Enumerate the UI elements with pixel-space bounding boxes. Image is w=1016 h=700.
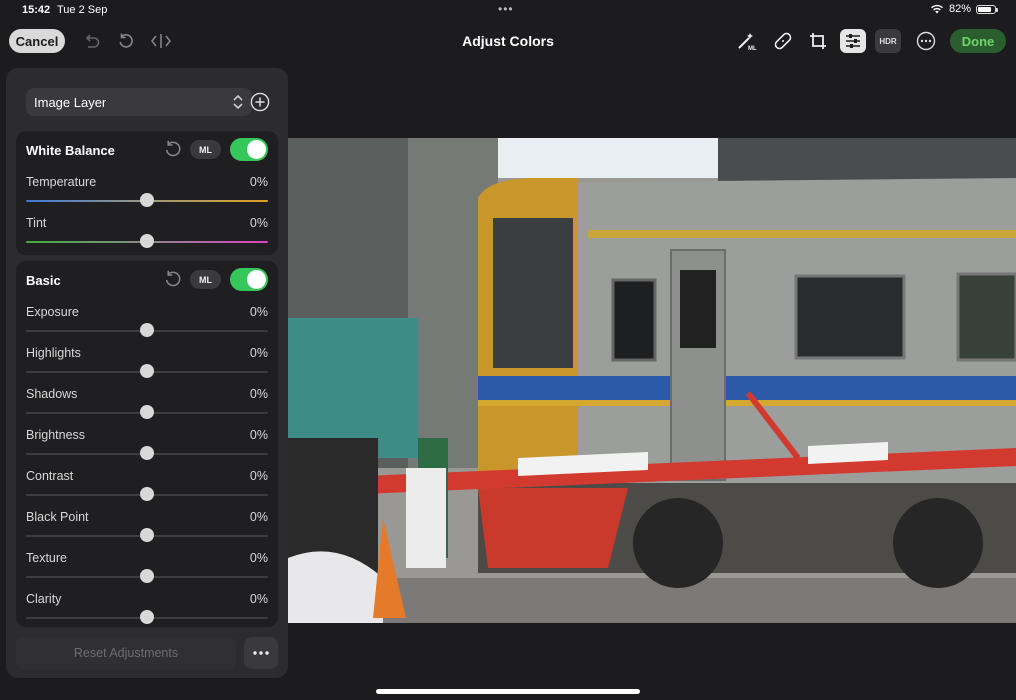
white-balance-toggle[interactable] [230,138,268,161]
slider-value: 0% [249,387,268,401]
reset-adjustments-button[interactable]: Reset Adjustments [16,637,236,669]
ml-icon-label: ML [748,46,757,51]
more-options-icon[interactable] [913,29,939,53]
home-indicator[interactable] [376,689,640,694]
slider-value: 0% [249,305,268,319]
slider-label: Highlights [26,346,81,360]
section-title: Basic [26,273,61,288]
add-layer-icon[interactable] [250,92,270,112]
slider-shadows[interactable]: Shadows 0% [26,387,268,427]
slider-value: 0% [249,346,268,360]
status-time: 15:42 [22,4,51,16]
section-title: White Balance [26,143,115,158]
adjustments-icon[interactable] [840,29,866,53]
bandage-icon[interactable] [770,29,796,53]
slider-highlights[interactable]: Highlights 0% [26,346,268,386]
slider-label: Temperature [26,175,97,189]
slider-label: Clarity [26,592,62,606]
slider-value: 0% [249,551,268,565]
slider-label: Shadows [26,387,78,401]
ml-button[interactable]: ML [190,140,221,159]
adjustments-panel: Image Layer White Balance ML Temperature… [6,68,288,678]
battery-percent: 82% [948,3,971,15]
slider-thumb[interactable] [140,323,154,337]
reset-section-icon[interactable] [163,269,183,289]
slider-label: Black Point [26,510,89,524]
slider-thumb[interactable] [140,364,154,378]
slider-label: Brightness [26,428,86,442]
slider-value: 0% [249,175,268,189]
train-photo [288,138,1016,623]
slider-label: Tint [26,216,47,230]
slider-clarity[interactable]: Clarity 0% [26,592,268,632]
status-bar: 15:42 Tue 2 Sep ••• 82% [0,0,1016,20]
multitasking-dots-icon[interactable]: ••• [498,2,514,16]
slider-value: 0% [249,469,268,483]
battery-icon [976,4,998,14]
photo-canvas[interactable] [288,138,1016,623]
wifi-icon [930,4,943,14]
slider-thumb[interactable] [140,446,154,460]
ml-button[interactable]: ML [190,270,221,289]
crop-icon[interactable] [805,29,831,53]
slider-brightness[interactable]: Brightness 0% [26,428,268,468]
layer-selector-label: Image Layer [34,94,107,110]
slider-label: Contrast [26,469,74,483]
layer-selector[interactable]: Image Layer [26,88,252,116]
done-button[interactable]: Done [950,29,1006,53]
slider-value: 0% [249,216,268,230]
slider-value: 0% [249,428,268,442]
reset-section-icon[interactable] [163,139,183,159]
slider-temperature[interactable]: Temperature 0% [26,175,268,215]
slider-tint[interactable]: Tint 0% [26,216,268,256]
status-date: Tue 2 Sep [57,4,108,16]
slider-label: Exposure [26,305,79,319]
slider-thumb[interactable] [140,234,154,248]
ml-auto-enhance-icon[interactable]: ML [734,29,760,53]
hdr-button[interactable]: HDR [875,29,901,53]
slider-value: 0% [249,592,268,606]
slider-label: Texture [26,551,67,565]
slider-exposure[interactable]: Exposure 0% [26,305,268,345]
slider-texture[interactable]: Texture 0% [26,551,268,591]
slider-thumb[interactable] [140,569,154,583]
white-balance-section: White Balance ML Temperature 0% Tint 0% [16,131,278,255]
panel-more-icon[interactable] [244,637,278,669]
slider-thumb[interactable] [140,528,154,542]
slider-black-point[interactable]: Black Point 0% [26,510,268,550]
slider-contrast[interactable]: Contrast 0% [26,469,268,509]
basic-section: Basic ML Exposure 0% Highlights 0% Shado… [16,261,278,627]
slider-thumb[interactable] [140,610,154,624]
basic-toggle[interactable] [230,268,268,291]
slider-value: 0% [249,510,268,524]
slider-thumb[interactable] [140,487,154,501]
slider-thumb[interactable] [140,193,154,207]
slider-thumb[interactable] [140,405,154,419]
chevron-up-down-icon [232,94,244,110]
toolbar: Cancel Adjust Colors ML HDR Done [0,22,1016,60]
